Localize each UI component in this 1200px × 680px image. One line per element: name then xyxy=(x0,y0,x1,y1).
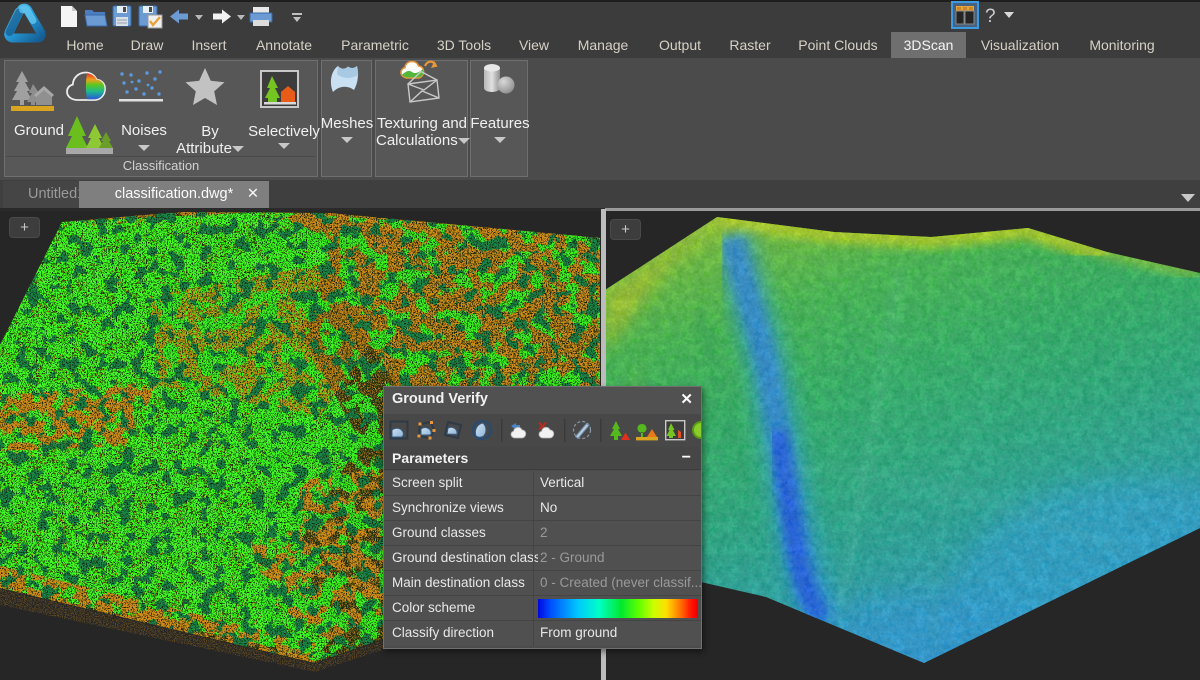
svg-text:?: ? xyxy=(985,6,996,27)
